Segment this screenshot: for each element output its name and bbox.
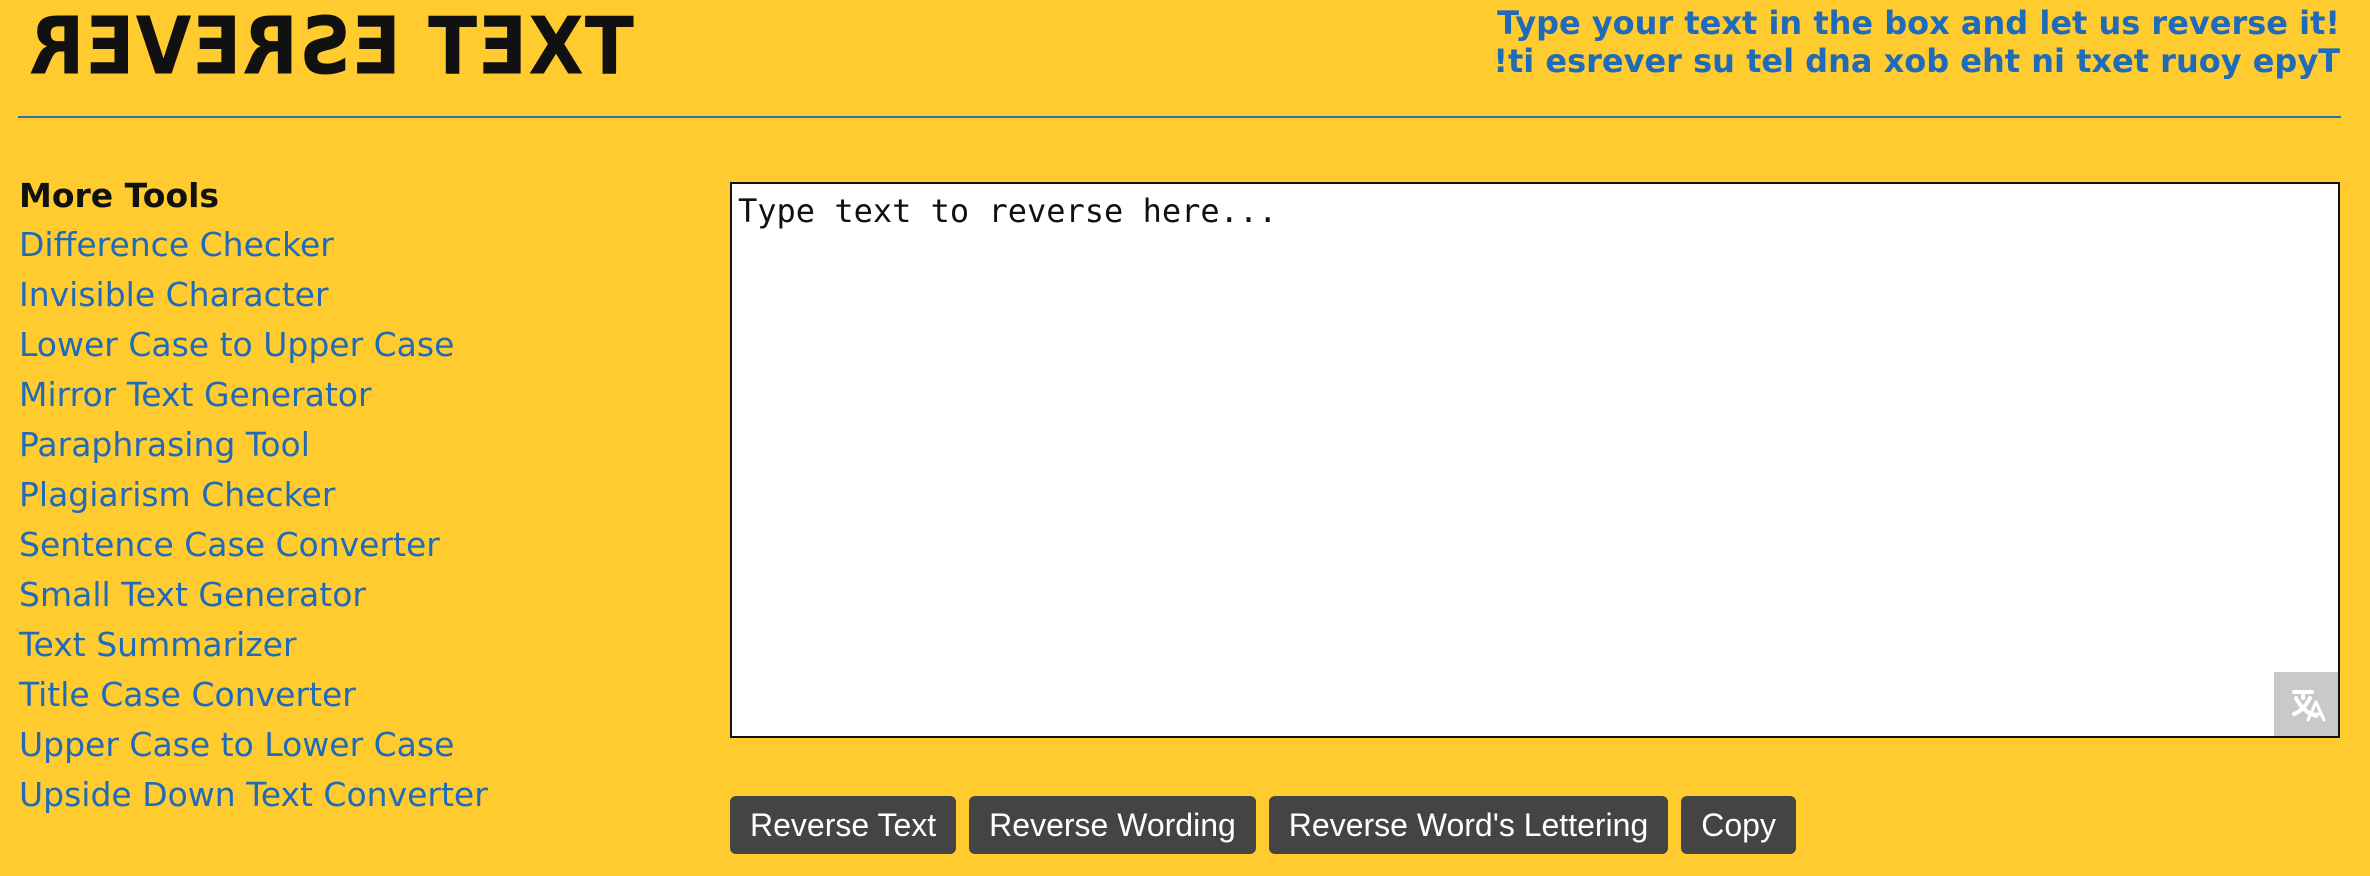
link-plagiarism-checker[interactable]: Plagiarism Checker — [19, 475, 335, 514]
list-item: Paraphrasing Tool — [19, 420, 659, 470]
list-item: Lower Case to Upper Case — [19, 320, 659, 370]
tagline-line-2: !ti esrever su tel dna xob eht ni txet r… — [1493, 42, 2340, 80]
text-editor-box — [730, 182, 2340, 738]
link-sentence-case-converter[interactable]: Sentence Case Converter — [19, 525, 440, 564]
link-upside-down-text-converter[interactable]: Upside Down Text Converter — [19, 775, 488, 814]
reverse-word-lettering-button[interactable]: Reverse Word's Lettering — [1268, 796, 1669, 854]
list-item: Title Case Converter — [19, 670, 659, 720]
list-item: Plagiarism Checker — [19, 470, 659, 520]
header-divider — [18, 116, 2341, 118]
link-small-text-generator[interactable]: Small Text Generator — [19, 575, 366, 614]
list-item: Text Summarizer — [19, 620, 659, 670]
reverse-text-button[interactable]: Reverse Text — [730, 796, 957, 854]
sidebar-title: More Tools — [19, 176, 220, 215]
list-item: Difference Checker — [19, 220, 659, 270]
link-lower-to-upper-case[interactable]: Lower Case to Upper Case — [19, 325, 454, 364]
tagline: Type your text in the box and let us rev… — [1493, 4, 2340, 80]
translate-icon — [2292, 690, 2326, 722]
logo-word-reverse: ESREVER — [28, 0, 402, 93]
list-item: Upside Down Text Converter — [19, 770, 659, 820]
list-item: Small Text Generator — [19, 570, 659, 620]
link-paraphrasing-tool[interactable]: Paraphrasing Tool — [19, 425, 310, 464]
link-difference-checker[interactable]: Difference Checker — [19, 225, 334, 264]
tools-list: Difference Checker Invisible Character L… — [19, 220, 659, 820]
translate-widget[interactable] — [2274, 672, 2338, 736]
link-mirror-text-generator[interactable]: Mirror Text Generator — [19, 375, 372, 414]
link-title-case-converter[interactable]: Title Case Converter — [19, 675, 356, 714]
link-upper-to-lower-case[interactable]: Upper Case to Lower Case — [19, 725, 454, 764]
copy-button[interactable]: Copy — [1681, 796, 1796, 854]
reverse-wording-button[interactable]: Reverse Wording — [969, 796, 1256, 854]
list-item: Sentence Case Converter — [19, 520, 659, 570]
action-buttons: Reverse Text Reverse Wording Reverse Wor… — [730, 796, 1796, 854]
logo-word-text: TXET — [427, 0, 635, 93]
more-tools-sidebar: More Tools Difference Checker Invisible … — [19, 172, 659, 820]
reverse-text-input[interactable] — [732, 184, 2338, 736]
list-item: Invisible Character — [19, 270, 659, 320]
list-item: Upper Case to Lower Case — [19, 720, 659, 770]
link-text-summarizer[interactable]: Text Summarizer — [19, 625, 297, 664]
link-invisible-character[interactable]: Invisible Character — [19, 275, 329, 314]
list-item: Mirror Text Generator — [19, 370, 659, 420]
site-logo[interactable]: ESREVER TXET — [28, 0, 635, 93]
tagline-line-1: Type your text in the box and let us rev… — [1497, 4, 2340, 42]
